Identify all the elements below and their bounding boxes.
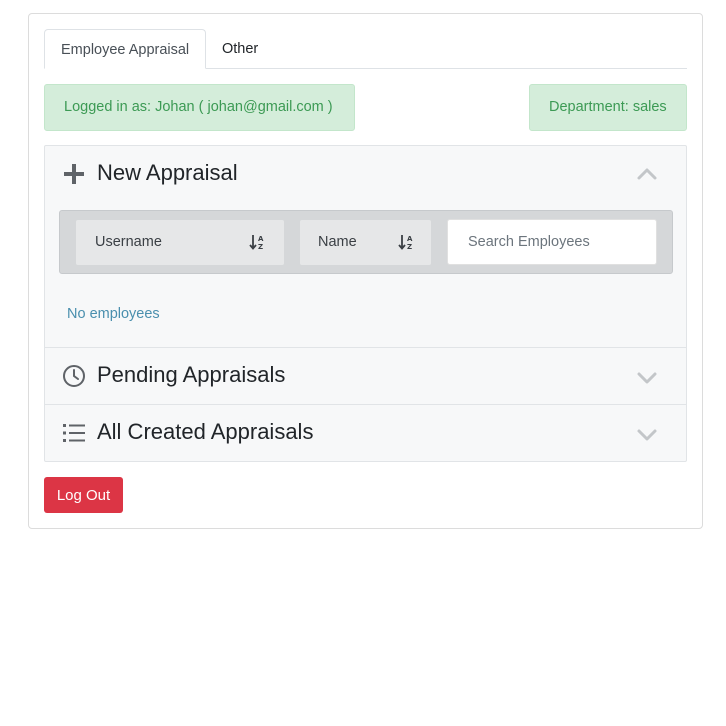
svg-text:A: A	[407, 235, 413, 243]
sort-alpha-icon: A Z	[249, 235, 264, 251]
no-employees-message: No employees	[67, 306, 160, 322]
chevron-down-icon[interactable]	[635, 365, 659, 389]
new-appraisal-title: New Appraisal	[97, 160, 238, 185]
svg-text:Z: Z	[407, 243, 412, 251]
list-icon	[63, 424, 85, 442]
search-employees-input[interactable]	[447, 219, 657, 265]
sort-username-button[interactable]: Username A Z	[76, 220, 284, 265]
all-created-appraisals-title: All Created Appraisals	[97, 419, 314, 444]
sort-name-label: Name	[318, 234, 357, 250]
sort-alpha-icon: A Z	[398, 235, 413, 251]
pending-appraisals-title: Pending Appraisals	[97, 362, 286, 387]
main-card: Employee Appraisal Other Logged in as: J…	[28, 13, 703, 529]
sort-name-button[interactable]: Name A Z	[300, 220, 431, 265]
clock-icon	[63, 365, 85, 387]
chevron-up-icon[interactable]	[635, 163, 659, 187]
logout-button[interactable]: Log Out	[44, 477, 123, 513]
chevron-down-icon[interactable]	[635, 422, 659, 446]
employee-filter-bar: Username A Z Name A Z	[59, 210, 673, 274]
svg-text:Z: Z	[258, 243, 263, 251]
all-created-appraisals-header[interactable]: All Created Appraisals	[45, 404, 686, 461]
pending-appraisals-header[interactable]: Pending Appraisals	[45, 347, 686, 404]
appraisal-accordion: New Appraisal Username A Z Name A Z Sear…	[44, 145, 687, 462]
svg-text:A: A	[258, 235, 264, 243]
plus-icon	[64, 164, 84, 184]
department-alert: Department: sales	[529, 84, 687, 131]
logged-in-alert: Logged in as: Johan ( johan@gmail.com )	[44, 84, 355, 131]
tab-bar: Employee Appraisal Other	[44, 29, 687, 69]
tab-employee-appraisal[interactable]: Employee Appraisal	[44, 29, 206, 69]
new-appraisal-header[interactable]: New Appraisal	[45, 146, 686, 203]
sort-username-label: Username	[95, 234, 162, 250]
tab-other[interactable]: Other	[222, 29, 258, 69]
